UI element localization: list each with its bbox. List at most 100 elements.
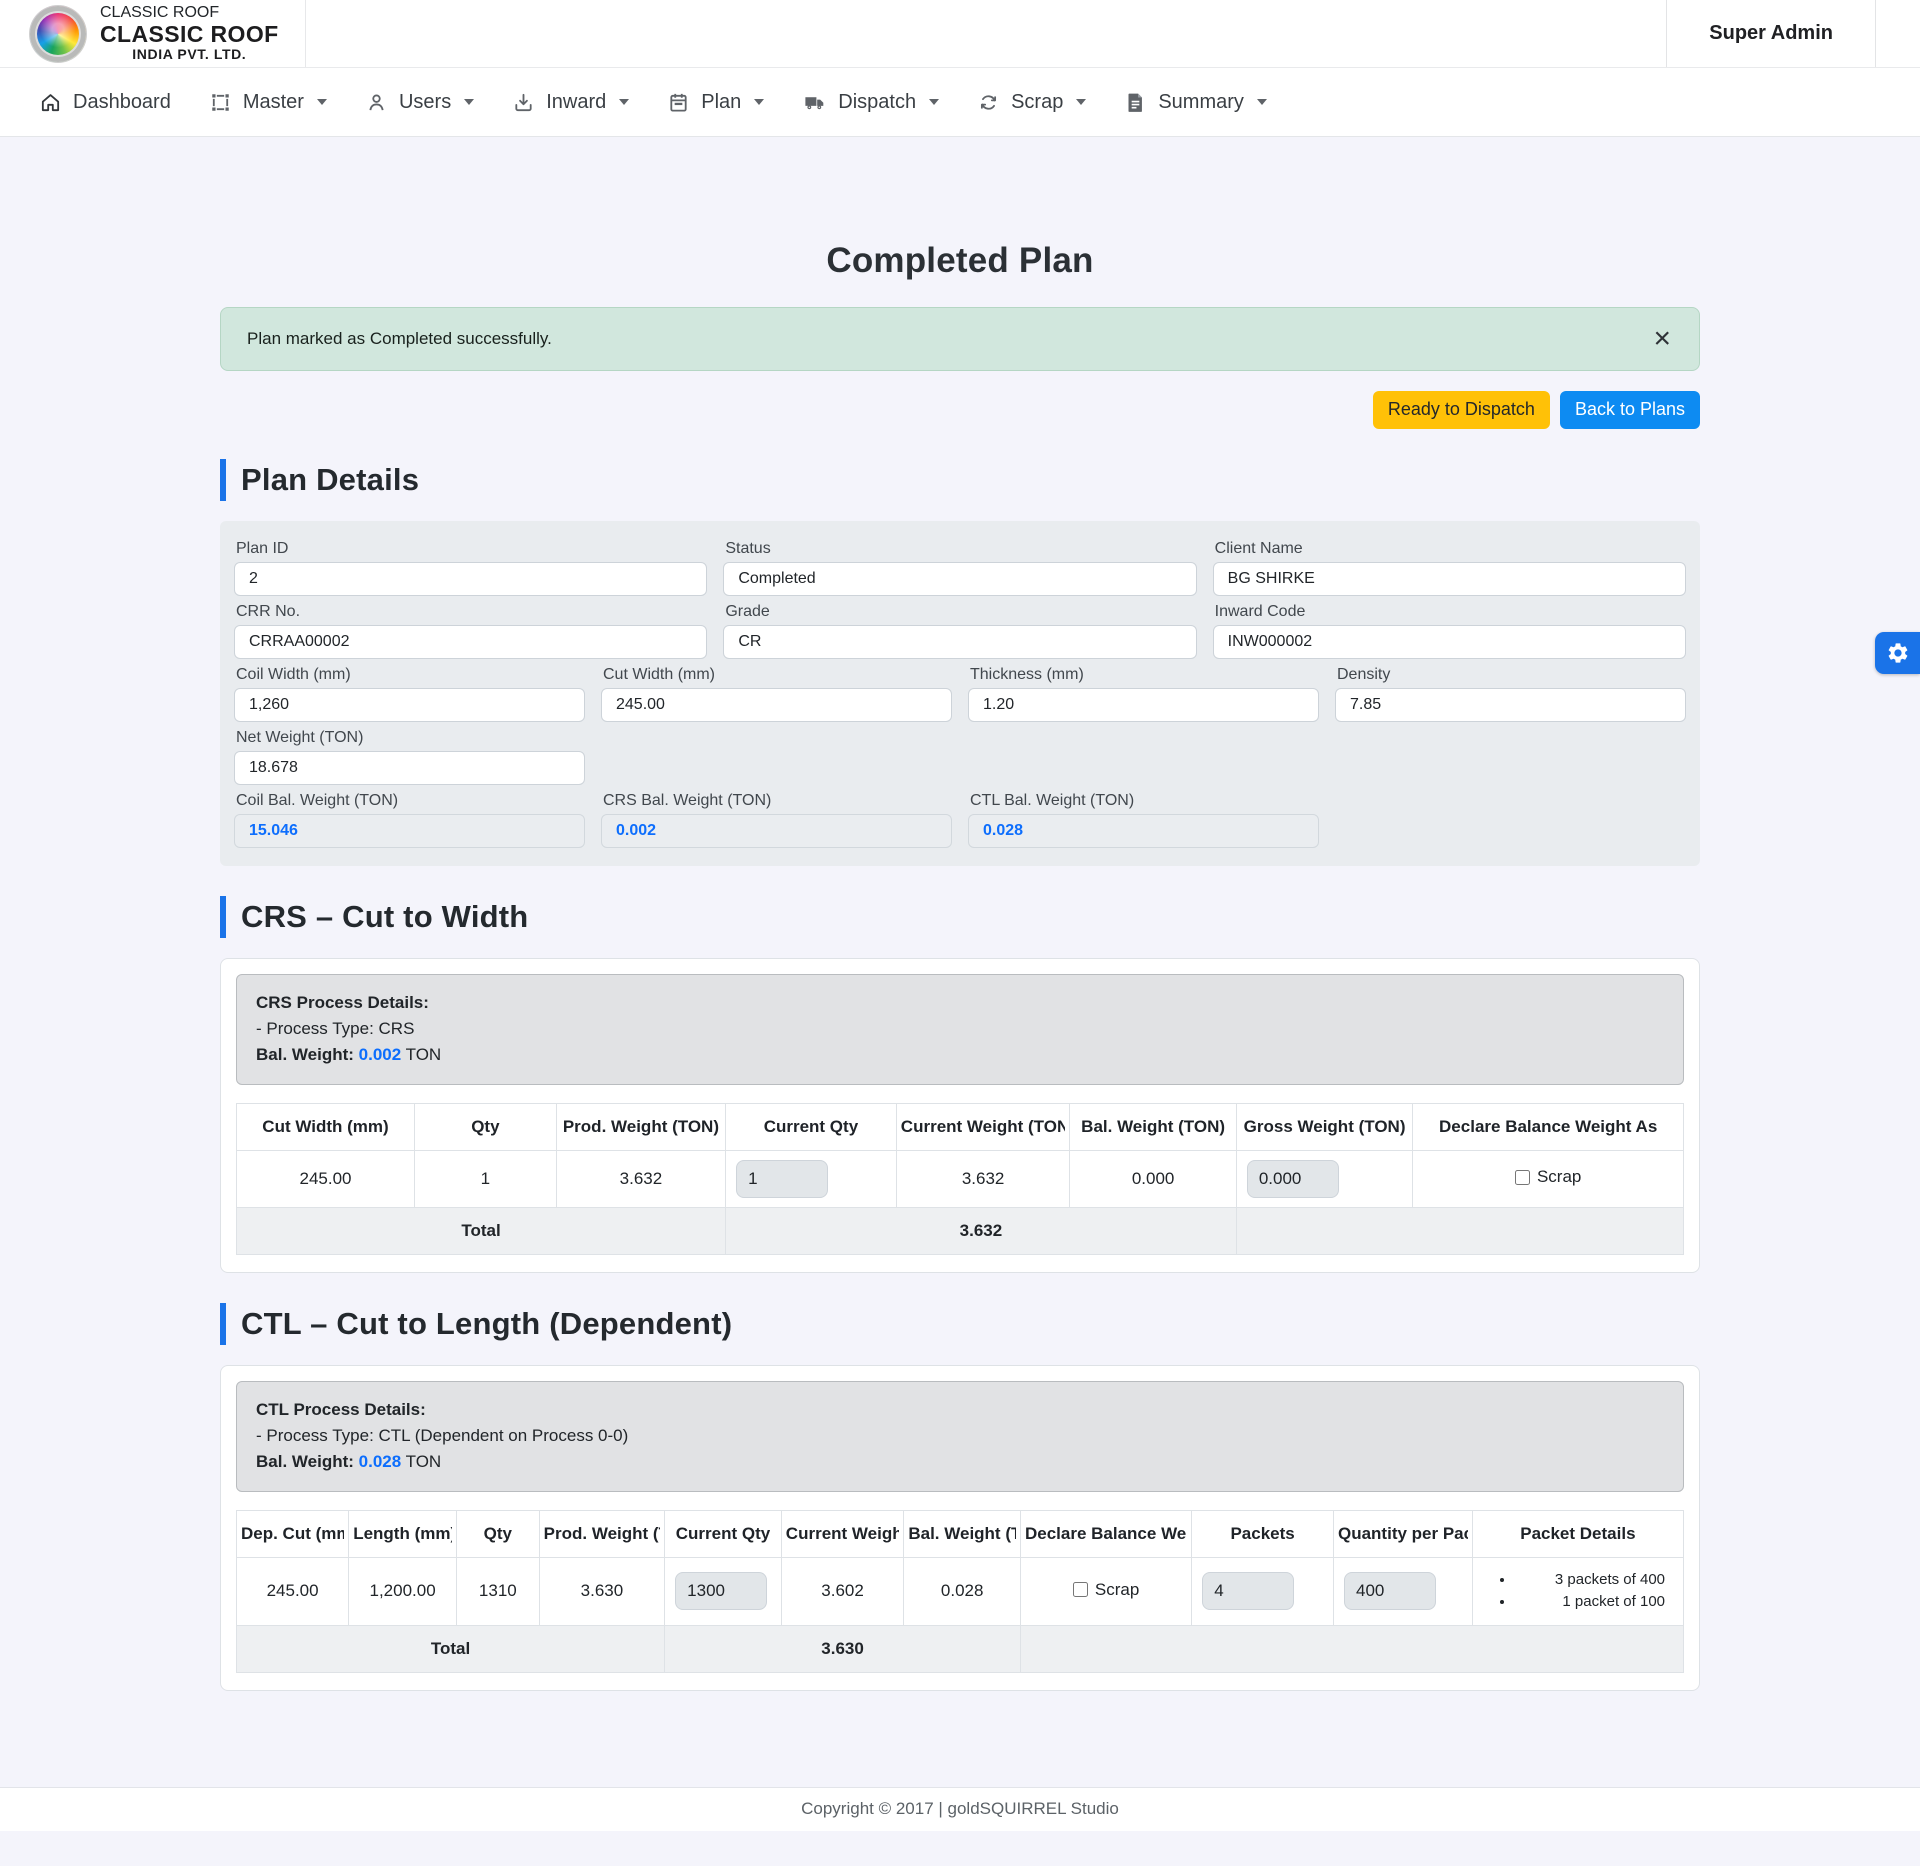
crs-bal-value: 0.002 [359, 1045, 402, 1064]
nav-item-scrap[interactable]: Scrap [960, 81, 1103, 124]
crs-current-qty-input[interactable] [736, 1160, 828, 1198]
section-accent-bar [220, 1303, 226, 1345]
crs-card: CRS Process Details: - Process Type: CRS… [220, 958, 1700, 1273]
thickness-label: Thickness (mm) [970, 666, 1317, 684]
action-button-row: Ready to Dispatch Back to Plans [220, 391, 1700, 429]
nav-label: Scrap [1011, 91, 1063, 114]
nav-item-summary[interactable]: Summary [1107, 81, 1284, 124]
col-dep-cut: Dep. Cut (mm) [237, 1510, 349, 1557]
topbar-spacer [306, 0, 1667, 67]
grade-label: Grade [725, 603, 1194, 621]
nav-item-plan[interactable]: Plan [650, 81, 781, 124]
summary-icon [1124, 91, 1147, 114]
inward-icon [512, 91, 535, 114]
plan-details-title: Plan Details [241, 459, 419, 501]
client-name-label: Client Name [1215, 540, 1684, 558]
col-packets: Packets [1192, 1510, 1334, 1557]
net-weight-field[interactable] [234, 751, 585, 785]
col-prod-weight: Prod. Weight (TON) [556, 1103, 725, 1150]
success-alert: Plan marked as Completed successfully. × [220, 307, 1700, 371]
ctl-bal-unit: TON [406, 1452, 442, 1471]
main-navbar: Dashboard Master Users Inward Plan Dispa… [0, 68, 1920, 137]
ctl-current-qty-input[interactable] [675, 1572, 767, 1610]
user-menu[interactable]: Super Admin [1666, 0, 1876, 67]
chevron-down-icon [1257, 99, 1267, 105]
brand-logo[interactable]: CLASSIC ROOF CLASSIC ROOF CLASSIC ROOF I… [0, 0, 306, 67]
nav-item-dispatch[interactable]: Dispatch [785, 81, 956, 124]
thickness-field[interactable] [968, 688, 1319, 722]
brand-text: CLASSIC ROOF CLASSIC ROOF CLASSIC ROOF I… [100, 4, 279, 63]
status-label: Status [725, 540, 1194, 558]
nav-label: Users [399, 91, 451, 114]
crr-no-field[interactable] [234, 625, 707, 659]
master-icon [209, 91, 232, 114]
plan-id-field[interactable] [234, 562, 707, 596]
plan-details-heading: Plan Details [220, 459, 1700, 501]
crs-table: Cut Width (mm) Qty Prod. Weight (TON) Cu… [236, 1103, 1684, 1255]
ctl-packet-details-cell: 3 packets of 400 1 packet of 100 [1472, 1557, 1683, 1625]
ctl-table-header-row: Dep. Cut (mm) Length (mm) Qty Prod. Weig… [237, 1510, 1684, 1557]
ctl-section-heading: CTL – Cut to Length (Dependent) [220, 1303, 1700, 1345]
chevron-down-icon [464, 99, 474, 105]
crs-total-label: Total [237, 1207, 726, 1254]
status-field[interactable] [723, 562, 1196, 596]
nav-item-inward[interactable]: Inward [495, 81, 646, 124]
nav-item-master[interactable]: Master [192, 81, 344, 124]
density-field[interactable] [1335, 688, 1686, 722]
ctl-table-row: 245.00 1,200.00 1310 3.630 3.602 0.028 S… [237, 1557, 1684, 1625]
settings-gear-button[interactable] [1875, 632, 1920, 674]
crs-bal-weight-label: CRS Bal. Weight (TON) [603, 792, 950, 810]
grade-field[interactable] [723, 625, 1196, 659]
crs-qty-cell: 1 [414, 1150, 556, 1207]
users-icon [365, 91, 388, 114]
crs-table-total-row: Total 3.632 [237, 1207, 1684, 1254]
crs-process-details: CRS Process Details: - Process Type: CRS… [236, 974, 1684, 1085]
ctl-scrap-checkbox[interactable] [1073, 1582, 1088, 1597]
col-gross-weight: Gross Weight (TON) [1236, 1103, 1413, 1150]
ctl-packets-input[interactable] [1202, 1572, 1294, 1610]
ctl-qty-per-packet-input[interactable] [1344, 1572, 1436, 1610]
ctl-bal-weight-value: 0.028 [968, 814, 1319, 848]
client-name-field[interactable] [1213, 562, 1686, 596]
page-footer: Copyright © 2017 | goldSQUIRREL Studio [0, 1787, 1920, 1831]
nav-item-users[interactable]: Users [348, 81, 491, 124]
col-bal-weight: Bal. Weight (TON) [1070, 1103, 1236, 1150]
col-declare-balance: Declare Balance Weight As [1020, 1510, 1191, 1557]
coil-width-field[interactable] [234, 688, 585, 722]
col-bal-weight: Bal. Weight (TON) [904, 1510, 1021, 1557]
coil-bal-weight-value: 15.046 [234, 814, 585, 848]
ctl-bal-weight-cell: 0.028 [904, 1557, 1021, 1625]
crs-prod-weight-cell: 3.632 [556, 1150, 725, 1207]
net-weight-label: Net Weight (TON) [236, 729, 583, 747]
page-title: Completed Plan [220, 241, 1700, 281]
inward-code-field[interactable] [1213, 625, 1686, 659]
ready-to-dispatch-button[interactable]: Ready to Dispatch [1373, 391, 1550, 429]
ctl-scrap-label: Scrap [1095, 1580, 1139, 1600]
crs-declare-cell: Scrap [1413, 1150, 1684, 1207]
alert-close-icon[interactable]: × [1651, 329, 1673, 349]
ctl-bal-value: 0.028 [359, 1452, 402, 1471]
section-accent-bar [220, 459, 226, 501]
ctl-dep-cut-cell: 245.00 [237, 1557, 349, 1625]
crs-section-title: CRS – Cut to Width [241, 896, 528, 938]
copyright-text: Copyright © 2017 | goldSQUIRREL Studio [801, 1799, 1119, 1818]
crs-gross-weight-input[interactable] [1247, 1160, 1339, 1198]
ctl-process-heading: CTL Process Details: [256, 1400, 426, 1419]
crs-process-heading: CRS Process Details: [256, 993, 429, 1012]
ctl-table-total-row: Total 3.630 [237, 1625, 1684, 1672]
nav-label: Summary [1158, 91, 1244, 114]
col-current-weight: Current Weight (TON) [781, 1510, 904, 1557]
chevron-down-icon [317, 99, 327, 105]
col-qty: Qty [456, 1510, 539, 1557]
col-current-weight: Current Weight (TON) [896, 1103, 1070, 1150]
brand-title: CLASSIC ROOF [100, 22, 279, 48]
col-length: Length (mm) [349, 1510, 457, 1557]
crs-scrap-checkbox[interactable] [1515, 1170, 1530, 1185]
back-to-plans-button[interactable]: Back to Plans [1560, 391, 1700, 429]
nav-item-dashboard[interactable]: Dashboard [22, 81, 188, 124]
cut-width-field[interactable] [601, 688, 952, 722]
col-current-qty: Current Qty [726, 1103, 897, 1150]
col-qty: Qty [414, 1103, 556, 1150]
section-accent-bar [220, 896, 226, 938]
col-cut-width: Cut Width (mm) [237, 1103, 415, 1150]
